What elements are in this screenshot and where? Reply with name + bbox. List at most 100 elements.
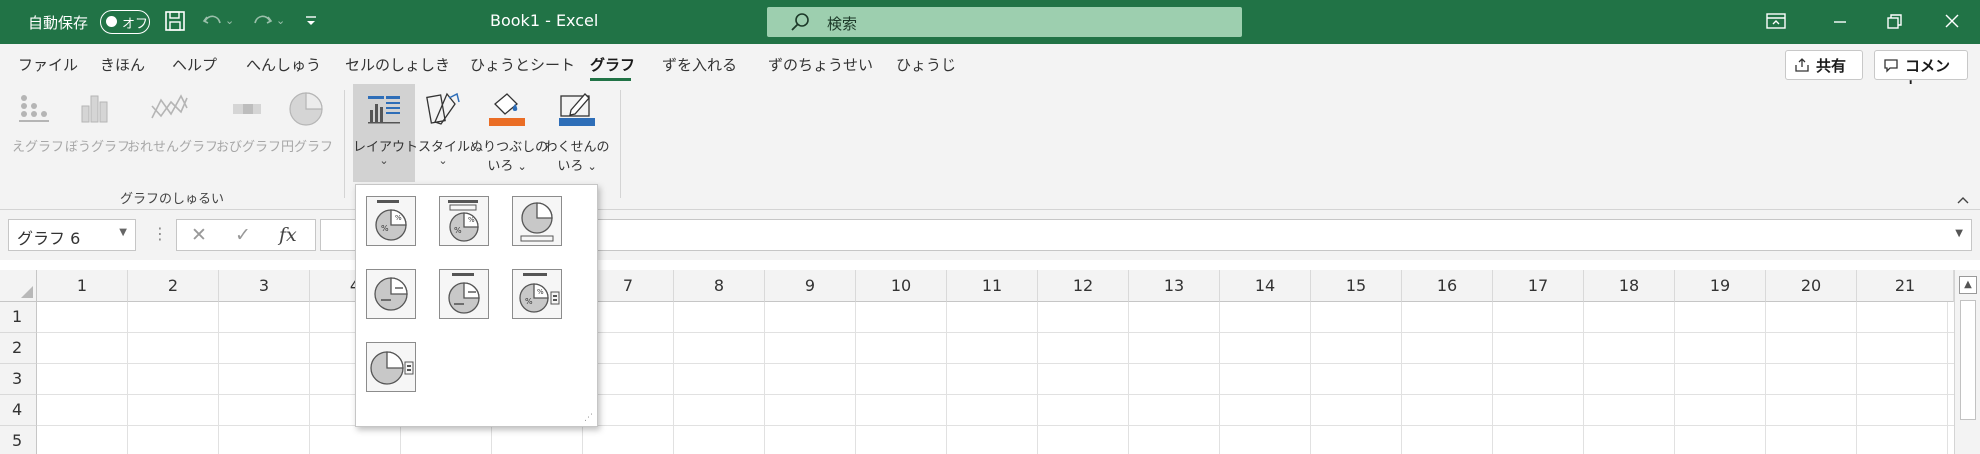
comments-button[interactable]: コメント xyxy=(1874,50,1968,96)
undo-icon[interactable] xyxy=(201,9,227,35)
gridline xyxy=(37,425,1954,426)
column-header[interactable]: 11 xyxy=(947,270,1038,302)
name-box-value: グラフ 6 xyxy=(17,229,81,248)
layout-option-4[interactable] xyxy=(366,269,416,319)
tab-help[interactable]: ヘルプ xyxy=(172,54,217,75)
chart-type-group-label: グラフのしゅるい xyxy=(120,192,225,207)
layout-option-5[interactable] xyxy=(439,269,489,319)
tab-view[interactable]: ひょうじ xyxy=(896,54,956,75)
bar-chart-label: ぼうグラフ xyxy=(65,140,131,155)
layout-option-1[interactable]: %% xyxy=(366,196,416,246)
style-label: スタイル xyxy=(418,140,471,155)
svg-text:%: % xyxy=(468,216,475,224)
active-tab-indicator xyxy=(590,78,631,81)
band-chart-button[interactable]: おびグラフ xyxy=(216,84,282,155)
gridline xyxy=(1492,302,1493,454)
bar-chart-button[interactable]: ぼうグラフ xyxy=(65,84,131,155)
tab-chart[interactable]: グラフ xyxy=(590,54,635,75)
column-header[interactable]: 17 xyxy=(1493,270,1584,302)
line-chart-button[interactable]: おれせんグラフ xyxy=(127,84,219,155)
tab-insert-shape[interactable]: ずを入れる xyxy=(662,54,737,75)
column-header[interactable]: 3 xyxy=(219,270,310,302)
tab-file[interactable]: ファイル xyxy=(18,54,78,75)
vertical-scrollbar[interactable]: ▲ xyxy=(1954,270,1980,454)
scroll-up-icon[interactable]: ▲ xyxy=(1959,276,1977,294)
svg-text:%: % xyxy=(537,288,544,296)
column-header[interactable]: 19 xyxy=(1675,270,1766,302)
layout-button[interactable]: レイアウト ⌄ xyxy=(353,84,418,182)
line-chart-label: おれせんグラフ xyxy=(127,140,219,155)
column-header[interactable]: 20 xyxy=(1766,270,1857,302)
gridline xyxy=(855,302,856,454)
ribbon-display-icon[interactable] xyxy=(1764,9,1790,35)
row-header[interactable]: 3 xyxy=(0,364,37,395)
column-header[interactable]: 14 xyxy=(1220,270,1311,302)
customize-toolbar-icon[interactable] xyxy=(303,12,329,38)
chevron-down-icon[interactable]: ▼ xyxy=(119,227,127,238)
border-color-label-2: いろ xyxy=(557,159,584,174)
cancel-icon[interactable]: ✕ xyxy=(191,224,207,246)
pie-chart-button[interactable]: 円グラフ xyxy=(281,84,333,155)
minimize-icon[interactable] xyxy=(1828,9,1854,35)
share-button[interactable]: 共有 xyxy=(1785,50,1863,80)
function-icon[interactable]: fx xyxy=(279,224,297,246)
ribbon-tabs: ファイル きほん ヘルプ へんしゅう セルのしょしき ひょうとシート グラフ ず… xyxy=(0,44,1980,96)
undo-dropdown-icon[interactable]: ⌄ xyxy=(225,14,237,40)
column-header[interactable]: 1 xyxy=(37,270,128,302)
layout-option-7[interactable] xyxy=(366,342,416,392)
collapse-ribbon-icon[interactable] xyxy=(1956,194,1970,208)
band-chart-icon xyxy=(216,90,278,132)
tab-cell-format[interactable]: セルのしょしき xyxy=(345,54,450,75)
enter-icon[interactable]: ✓ xyxy=(235,224,251,246)
save-icon[interactable] xyxy=(163,9,189,35)
redo-icon[interactable] xyxy=(250,9,276,35)
tab-edit[interactable]: へんしゅう xyxy=(246,54,321,75)
column-header[interactable]: 2 xyxy=(128,270,219,302)
layout-option-2[interactable]: %% xyxy=(439,196,489,246)
gridline xyxy=(309,302,310,454)
gridline xyxy=(1674,302,1675,454)
name-box[interactable]: グラフ 6 ▼ xyxy=(8,219,136,251)
drag-handle-icon[interactable]: ⋮ xyxy=(152,224,168,243)
column-header[interactable]: 16 xyxy=(1402,270,1493,302)
layout-option-3[interactable] xyxy=(512,196,562,246)
scroll-thumb[interactable] xyxy=(1960,300,1976,420)
column-header[interactable]: 8 xyxy=(674,270,765,302)
pictograph-chart-button[interactable]: えグラフ xyxy=(12,84,64,155)
fill-color-label-2: いろ xyxy=(487,159,514,174)
gridline xyxy=(946,302,947,454)
toggle-knob xyxy=(106,16,117,27)
tab-table-sheet[interactable]: ひょうとシート xyxy=(470,54,575,75)
column-header[interactable]: 10 xyxy=(856,270,947,302)
row-header[interactable]: 2 xyxy=(0,333,37,364)
fill-color-label-1: ぬりつぶしの xyxy=(470,140,549,155)
border-color-label-1: わくせんの xyxy=(544,140,610,155)
band-chart-label: おびグラフ xyxy=(216,140,282,155)
expand-formula-icon[interactable]: ▼ xyxy=(1955,228,1963,239)
column-header[interactable]: 18 xyxy=(1584,270,1675,302)
column-header[interactable]: 12 xyxy=(1038,270,1129,302)
column-header[interactable]: 21 xyxy=(1857,270,1954,302)
redo-dropdown-icon[interactable]: ⌄ xyxy=(276,14,288,40)
style-button[interactable]: スタイル ⌄ xyxy=(418,84,471,167)
row-header[interactable]: 1 xyxy=(0,302,37,333)
layout-option-6[interactable]: %% xyxy=(512,269,562,319)
close-icon[interactable] xyxy=(1940,9,1966,35)
select-all-button[interactable] xyxy=(0,270,37,302)
search-box[interactable]: 検索 xyxy=(767,7,1242,37)
tab-shape-adjust[interactable]: ずのちょうせい xyxy=(768,54,873,75)
column-header[interactable]: 15 xyxy=(1311,270,1402,302)
border-color-button[interactable]: わくせんの いろ ⌄ xyxy=(544,84,610,174)
tab-home[interactable]: きほん xyxy=(100,54,145,75)
column-header[interactable]: 9 xyxy=(765,270,856,302)
title-bar: 自動保存 オフ ⌄ ⌄ Book1 - Excel 検索 xyxy=(0,0,1980,44)
resize-grip-icon[interactable]: ⋰ xyxy=(584,413,593,423)
autosave-toggle[interactable]: オフ xyxy=(100,10,150,34)
restore-icon[interactable] xyxy=(1882,9,1908,35)
chevron-down-icon: ⌄ xyxy=(517,160,527,173)
row-header[interactable]: 5 xyxy=(0,426,37,454)
column-header[interactable]: 13 xyxy=(1129,270,1220,302)
pictograph-chart-icon xyxy=(12,90,56,132)
fill-color-button[interactable]: ぬりつぶしの いろ ⌄ xyxy=(470,84,549,174)
row-header[interactable]: 4 xyxy=(0,395,37,426)
